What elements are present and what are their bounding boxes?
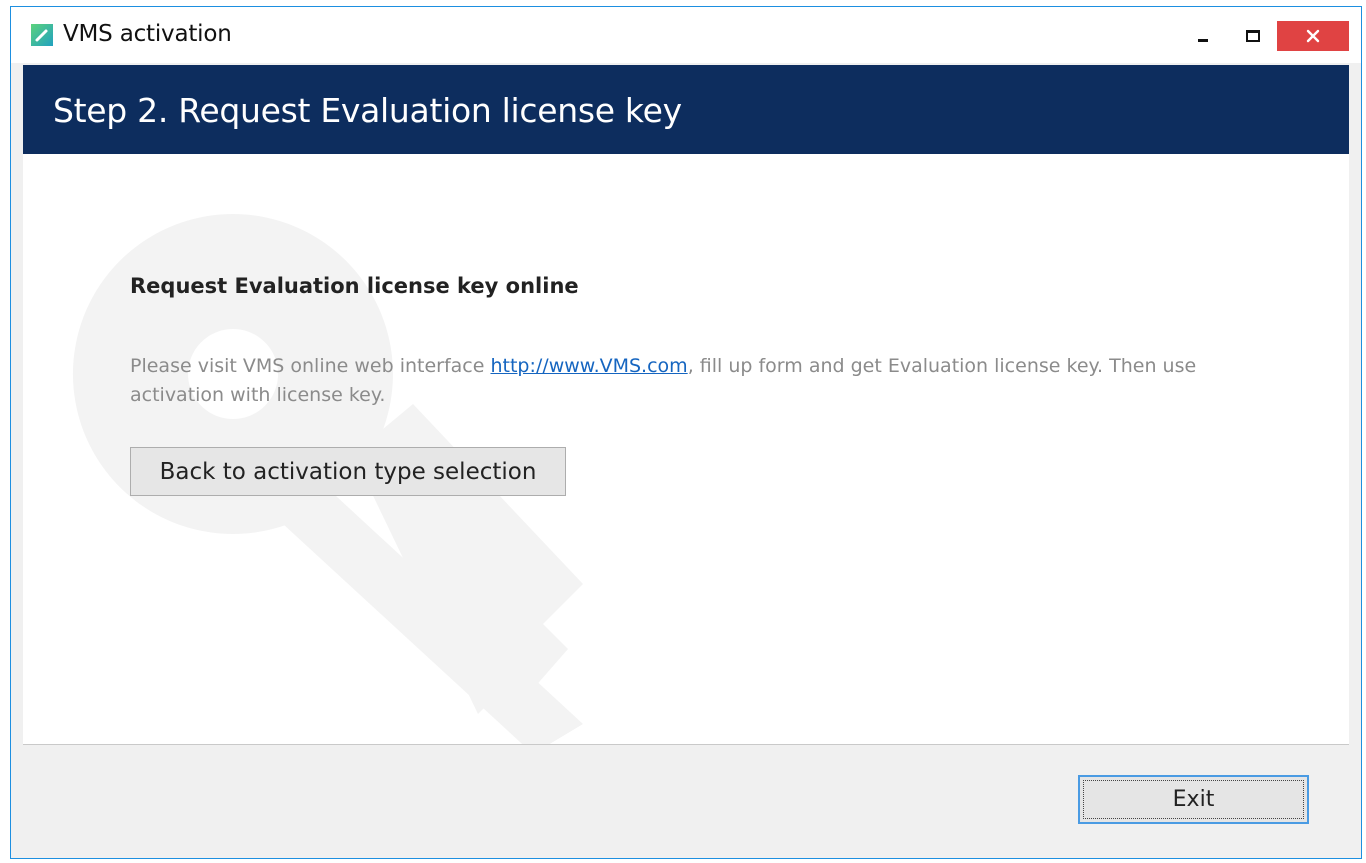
content-panel: Request Evaluation license key online Pl… — [23, 154, 1349, 745]
close-button[interactable] — [1277, 21, 1349, 51]
close-icon — [1306, 29, 1320, 43]
section-heading: Request Evaluation license key online — [130, 274, 579, 298]
description-text: Please visit VMS online web interface ht… — [130, 352, 1260, 410]
step-title: Step 2. Request Evaluation license key — [53, 91, 682, 130]
maximize-icon — [1246, 30, 1260, 42]
minimize-button[interactable] — [1181, 21, 1225, 51]
step-header: Step 2. Request Evaluation license key — [23, 65, 1349, 154]
back-to-activation-type-button[interactable]: Back to activation type selection — [130, 447, 566, 496]
description-text-before: Please visit VMS online web interface — [130, 355, 491, 377]
vms-activation-window: VMS activation Step 2. Request Evaluatio… — [10, 6, 1362, 859]
minimize-icon — [1198, 38, 1208, 42]
footer-bar: Exit — [23, 745, 1349, 852]
title-bar[interactable]: VMS activation — [11, 7, 1361, 63]
vms-app-icon — [31, 24, 53, 46]
vms-website-link[interactable]: http://www.VMS.com — [490, 355, 687, 377]
maximize-button[interactable] — [1231, 21, 1275, 51]
exit-button[interactable]: Exit — [1078, 775, 1309, 824]
window-title: VMS activation — [63, 21, 232, 47]
